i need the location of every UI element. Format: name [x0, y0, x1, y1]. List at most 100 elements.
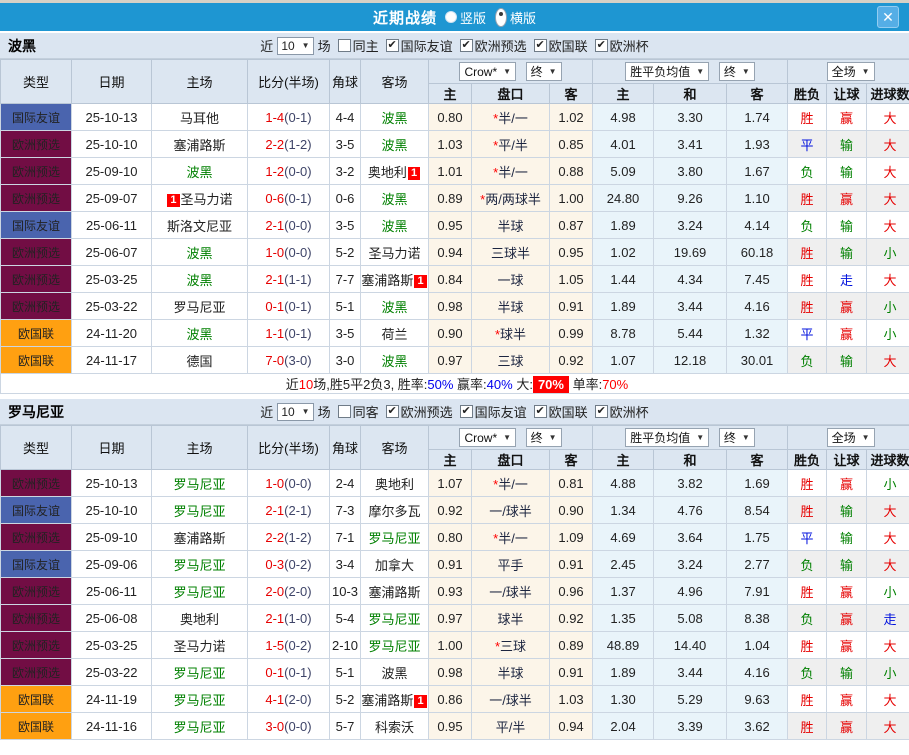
odds-home: 0.80 [429, 524, 472, 551]
home-team: 罗马尼亚 [152, 713, 248, 740]
competition-checkbox[interactable] [595, 405, 608, 418]
match-count-select[interactable]: 10▼ [277, 37, 313, 55]
competition-checkbox[interactable] [595, 39, 608, 52]
team-label: 波黑 [186, 327, 212, 342]
competition-checkbox[interactable] [386, 405, 399, 418]
fulltime-score: 2-1 [265, 272, 284, 287]
col-header-result-outcome: 胜负 [788, 84, 827, 104]
radio-unselected-icon[interactable] [445, 11, 457, 23]
chevron-down-icon: ▼ [503, 433, 511, 442]
avg-time-select[interactable]: 终▼ [719, 428, 755, 447]
corners: 5-1 [330, 293, 361, 320]
odds-handicap: 三球半 [472, 239, 550, 266]
fulltime-select[interactable]: 全场▼ [827, 62, 875, 81]
match-type-badge: 国际友谊 [1, 104, 72, 131]
avg-type-select[interactable]: 胜平负均值▼ [625, 428, 709, 447]
match-type-badge: 国际友谊 [1, 212, 72, 239]
avg-away: 9.63 [727, 686, 788, 713]
odds-company-select[interactable]: Crow*▼ [459, 428, 516, 447]
halftime-score: (2-0) [284, 692, 311, 707]
avg-draw: 5.44 [654, 320, 727, 347]
avg-time-select[interactable]: 终▼ [719, 62, 755, 81]
result-outcome: 平 [788, 131, 827, 158]
odds-time-select[interactable]: 终▼ [526, 428, 562, 447]
result-handicap: 赢 [827, 578, 867, 605]
fulltime-score: 3-0 [265, 719, 284, 734]
match-type-badge: 国际友谊 [1, 497, 72, 524]
halftime-score: (2-0) [284, 584, 311, 599]
close-icon[interactable]: ✕ [877, 6, 899, 28]
competition-checkbox[interactable] [460, 405, 473, 418]
avg-away: 4.16 [727, 293, 788, 320]
avg-home: 8.78 [593, 320, 654, 347]
away-team: 塞浦路斯1 [361, 686, 429, 713]
score: 1-4(0-1) [248, 104, 330, 131]
match-date: 25-09-07 [72, 185, 152, 212]
avg-type-select[interactable]: 胜平负均值▼ [625, 62, 709, 81]
team-label: 罗马尼亚 [173, 666, 225, 681]
fulltime-score: 1-5 [265, 638, 284, 653]
halftime-score: (1-2) [284, 530, 311, 545]
col-header-date: 日期 [72, 60, 152, 104]
corners: 10-3 [330, 578, 361, 605]
rank-badge: 1 [414, 275, 426, 288]
score: 1-5(0-2) [248, 632, 330, 659]
avg-home: 1.35 [593, 605, 654, 632]
team-label: 圣马力诺 [181, 192, 233, 207]
result-outcome: 胜 [788, 104, 827, 131]
match-date: 25-09-10 [72, 158, 152, 185]
halftime-score: (0-1) [284, 299, 311, 314]
match-count-select[interactable]: 10▼ [277, 403, 313, 421]
odds-time-select[interactable]: 终▼ [526, 62, 562, 81]
radio-selected-icon[interactable] [495, 8, 507, 27]
match-date: 25-09-06 [72, 551, 152, 578]
score: 2-1(1-1) [248, 266, 330, 293]
fulltime-score: 2-1 [265, 218, 284, 233]
match-date: 24-11-19 [72, 686, 152, 713]
fulltime-select[interactable]: 全场▼ [827, 428, 875, 447]
match-row: 国际友谊25-10-10罗马尼亚2-1(2-1)7-3摩尔多瓦0.92一/球半0… [1, 497, 909, 524]
team-label: 塞浦路斯 [361, 693, 413, 708]
odds-handicap: *半/一 [472, 104, 550, 131]
odds-away: 0.95 [550, 239, 593, 266]
same-away-checkbox[interactable] [338, 405, 351, 418]
odds-company-select[interactable]: Crow*▼ [459, 62, 516, 81]
odds-away: 0.88 [550, 158, 593, 185]
match-type-badge: 欧国联 [1, 713, 72, 740]
competition-checkbox[interactable] [534, 39, 547, 52]
halftime-score: (0-1) [284, 665, 311, 680]
avg-draw: 3.44 [654, 659, 727, 686]
results-table: 类型 日期 主场 比分(半场) 角球 客场 Crow*▼ 终▼ 胜平负均值▼ 终… [0, 59, 909, 394]
home-team: 罗马尼亚 [152, 659, 248, 686]
home-team: 波黑 [152, 320, 248, 347]
match-date: 25-03-25 [72, 266, 152, 293]
competition-checkbox[interactable] [460, 39, 473, 52]
col-header-away: 客场 [361, 426, 429, 470]
avg-home: 4.01 [593, 131, 654, 158]
avg-draw: 14.40 [654, 632, 727, 659]
vertical-layout-radio-option[interactable]: 竖版 [445, 8, 486, 27]
score: 2-2(1-2) [248, 524, 330, 551]
result-outcome: 负 [788, 212, 827, 239]
competition-checkbox[interactable] [386, 39, 399, 52]
horizontal-layout-radio-option[interactable]: 横版 [492, 8, 536, 27]
odds-home: 0.93 [429, 578, 472, 605]
result-goals: 小 [867, 470, 909, 497]
odds-away: 0.85 [550, 131, 593, 158]
corners: 3-0 [330, 347, 361, 374]
col-header-odds-home: 主 [429, 84, 472, 104]
chevron-down-icon: ▼ [696, 433, 704, 442]
col-header-corner: 角球 [330, 60, 361, 104]
avg-draw: 3.82 [654, 470, 727, 497]
competition-checkbox[interactable] [534, 405, 547, 418]
col-header-odds-handicap: 盘口 [472, 84, 550, 104]
same-home-checkbox[interactable] [338, 39, 351, 52]
chevron-down-icon: ▼ [503, 67, 511, 76]
handicap-label: 一/球半 [489, 504, 532, 519]
team-label: 波黑 [381, 300, 407, 315]
corners: 7-1 [330, 524, 361, 551]
corners: 7-7 [330, 266, 361, 293]
match-date: 25-09-10 [72, 524, 152, 551]
halftime-score: (0-2) [284, 638, 311, 653]
handicap-label: 半/一 [498, 477, 528, 492]
